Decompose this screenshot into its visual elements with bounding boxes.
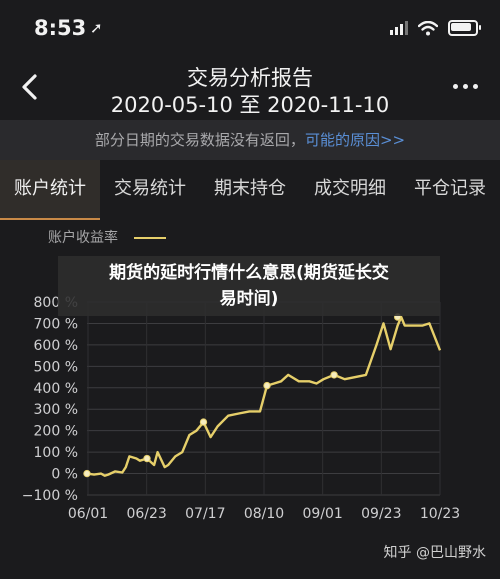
y-tick-label: 0 %: [51, 467, 78, 483]
y-tick-label: 400 %: [34, 381, 78, 397]
x-tick-label: 10/23: [420, 506, 460, 522]
nav-bar: 交易分析报告 2020-05-10 至 2020-11-10: [0, 56, 500, 118]
status-bar: 8:53 ➚: [0, 0, 500, 54]
overlay-line-1: 期货的延时行情什么意思(期货延长交: [109, 263, 389, 283]
more-dots-icon: [453, 84, 458, 89]
status-time: 8:53: [34, 16, 87, 40]
title-overlay: 期货的延时行情什么意思(期货延长交 易时间): [58, 256, 440, 316]
y-tick-label: 100 %: [34, 445, 78, 461]
tab-fill-details[interactable]: 成交明细: [300, 160, 400, 220]
tab-account-stats[interactable]: 账户统计: [0, 160, 100, 220]
more-options-button[interactable]: [453, 84, 478, 89]
data-marker: [330, 371, 338, 379]
y-tick-label: 600 %: [34, 338, 78, 354]
y-tick-label: 500 %: [34, 359, 78, 375]
location-arrow-icon: ➚: [90, 19, 103, 37]
data-marker: [199, 418, 208, 426]
data-marker: [263, 381, 271, 390]
x-tick-label: 09/23: [361, 506, 401, 522]
data-marker: [143, 454, 151, 463]
tab-bar: 账户统计 交易统计 期末持仓 成交明细 平仓记录: [0, 160, 500, 220]
x-tick-label: 09/01: [302, 506, 342, 522]
legend-label: 账户收益率: [48, 229, 118, 246]
y-tick-label: 300 %: [34, 402, 78, 418]
overlay-line-2: 易时间): [219, 289, 279, 309]
date-range: 2020-05-10 至 2020-11-10: [110, 93, 390, 117]
watermark: 知乎 @巴山野水: [383, 545, 486, 561]
possible-reasons-link[interactable]: 可能的原因>>: [305, 131, 405, 149]
data-notice: 部分日期的交易数据没有返回，可能的原因>>: [0, 120, 500, 160]
notice-text: 部分日期的交易数据没有返回，: [94, 131, 305, 149]
x-tick-label: 08/10: [244, 506, 284, 522]
page-title: 交易分析报告: [187, 66, 313, 90]
battery-icon: [448, 20, 481, 36]
x-tick-label: 07/17: [185, 506, 225, 522]
x-tick-label: 06/01: [68, 506, 108, 522]
y-tick-label: 200 %: [34, 424, 78, 440]
x-tick-label: 06/23: [126, 506, 166, 522]
tab-close-records[interactable]: 平仓记录: [400, 160, 500, 220]
y-tick-label: −100 %: [22, 488, 78, 504]
wifi-icon: [418, 20, 438, 35]
y-tick-label: 700 %: [34, 316, 78, 332]
tab-trade-stats[interactable]: 交易统计: [100, 160, 200, 220]
tab-end-positions[interactable]: 期末持仓: [200, 160, 300, 220]
cellular-signal-icon: [390, 21, 408, 35]
data-marker: [83, 469, 91, 478]
